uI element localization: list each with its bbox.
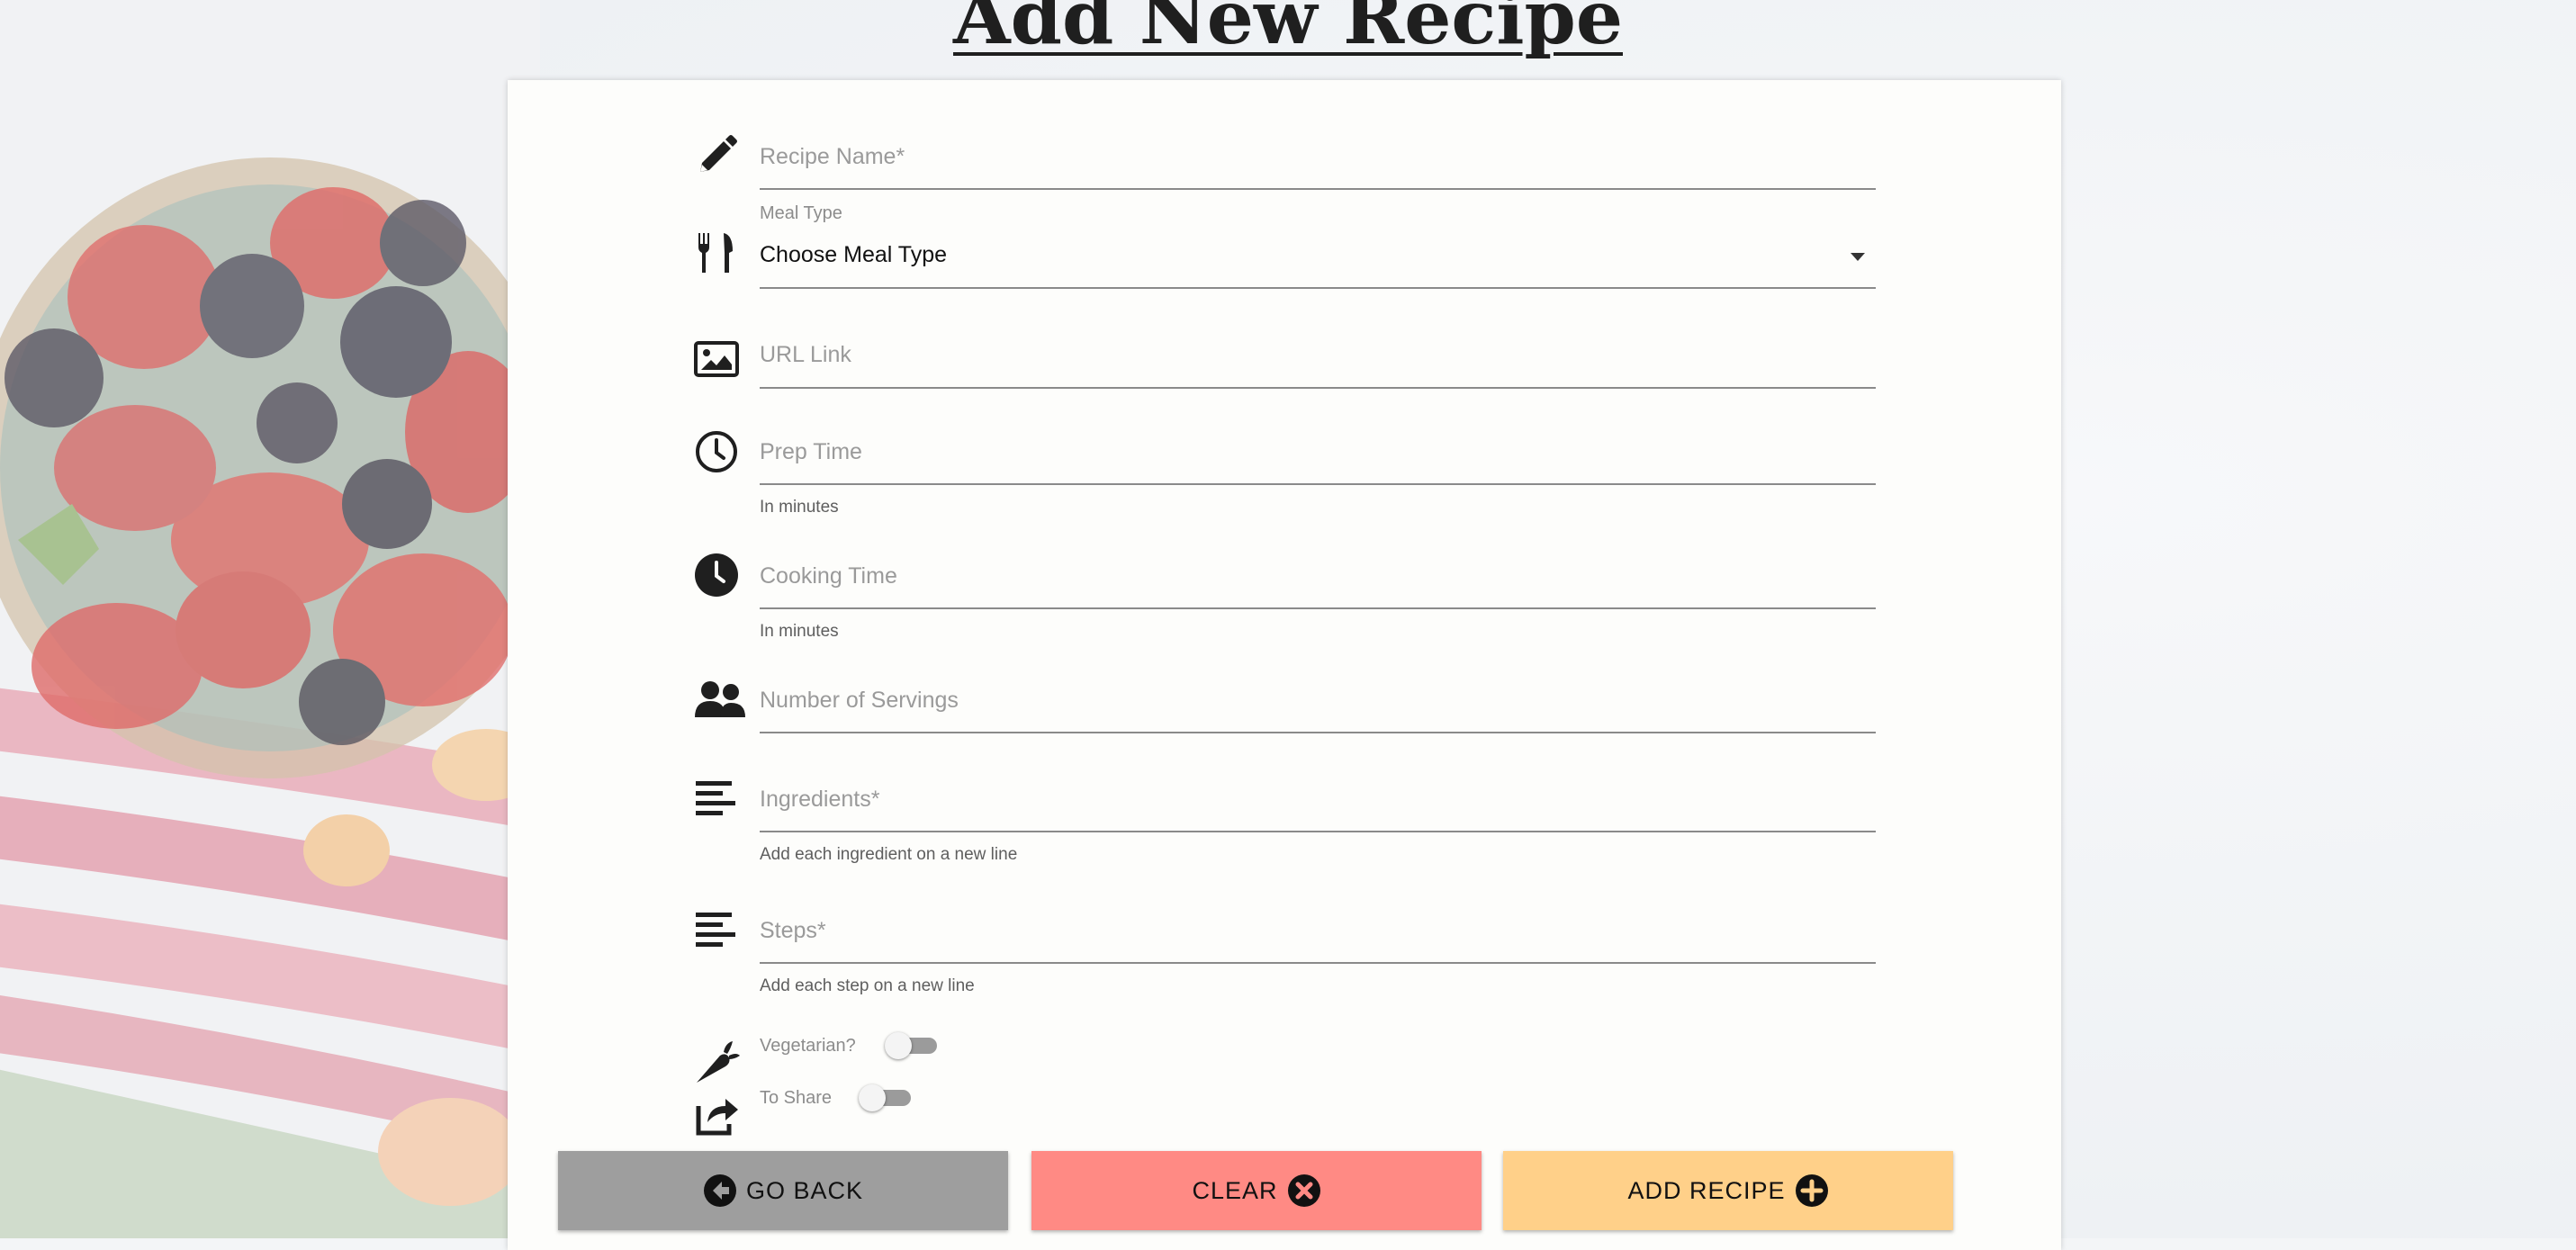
ingredients-helper: Add each ingredient on a new line	[760, 845, 1018, 864]
align-left-icon	[693, 776, 740, 823]
arrow-left-circle-icon	[703, 1174, 737, 1208]
url-link-input[interactable]: URL Link	[760, 341, 851, 368]
to-share-toggle-thumb[interactable]	[859, 1084, 886, 1111]
to-share-toggle[interactable]	[859, 1083, 913, 1111]
to-share-label: To Share	[760, 1088, 833, 1108]
cooking-time-helper: In minutes	[760, 622, 839, 641]
page-title: Add New Recipe	[952, 0, 1623, 61]
users-icon	[693, 676, 747, 723]
vegetarian-toggle[interactable]	[885, 1030, 939, 1059]
steps-underline	[760, 962, 1876, 964]
ingredients-input[interactable]: Ingredients*	[760, 786, 879, 813]
clear-label: CLEAR	[1192, 1176, 1278, 1204]
vegetarian-label: Vegetarian?	[760, 1036, 856, 1056]
times-circle-icon	[1287, 1174, 1321, 1208]
steps-helper: Add each step on a new line	[760, 976, 975, 995]
recipe-name-input[interactable]: Recipe Name*	[760, 143, 905, 170]
go-back-label: GO BACK	[745, 1176, 864, 1204]
add-recipe-label: ADD RECIPE	[1627, 1176, 1786, 1204]
servings-input[interactable]: Number of Servings	[760, 687, 959, 714]
clock-solid-icon	[693, 552, 740, 598]
prep-time-helper: In minutes	[760, 498, 839, 517]
carrot-icon	[693, 1039, 740, 1086]
go-back-button[interactable]: GO BACK	[558, 1151, 1008, 1230]
chevron-down-icon[interactable]	[1851, 253, 1865, 261]
cooking-time-input[interactable]: Cooking Time	[760, 562, 897, 589]
vegetarian-toggle-thumb[interactable]	[885, 1032, 912, 1059]
servings-underline	[760, 732, 1876, 733]
background-food-image	[0, 0, 540, 1238]
recipe-form-card: Recipe Name* Meal Type Choose Meal Type …	[508, 80, 2061, 1250]
clock-outline-icon	[693, 428, 740, 475]
meal-type-label: Meal Type	[760, 203, 842, 223]
cooking-time-underline	[760, 607, 1876, 609]
align-left-icon	[693, 907, 740, 954]
recipe-name-underline	[760, 188, 1876, 190]
prep-time-input[interactable]: Prep Time	[760, 438, 862, 465]
clear-button[interactable]: CLEAR	[1031, 1151, 1482, 1230]
utensils-icon	[693, 229, 740, 276]
pencil-icon	[693, 132, 740, 179]
prep-time-underline	[760, 483, 1876, 485]
image-icon	[693, 336, 740, 382]
meal-type-underline	[760, 287, 1876, 289]
share-icon	[693, 1090, 740, 1137]
add-recipe-button[interactable]: ADD RECIPE	[1503, 1151, 1953, 1230]
plus-circle-icon	[1795, 1174, 1829, 1208]
ingredients-underline	[760, 831, 1876, 832]
url-link-underline	[760, 387, 1876, 389]
meal-type-select[interactable]: Choose Meal Type	[760, 242, 947, 268]
steps-input[interactable]: Steps*	[760, 917, 826, 944]
